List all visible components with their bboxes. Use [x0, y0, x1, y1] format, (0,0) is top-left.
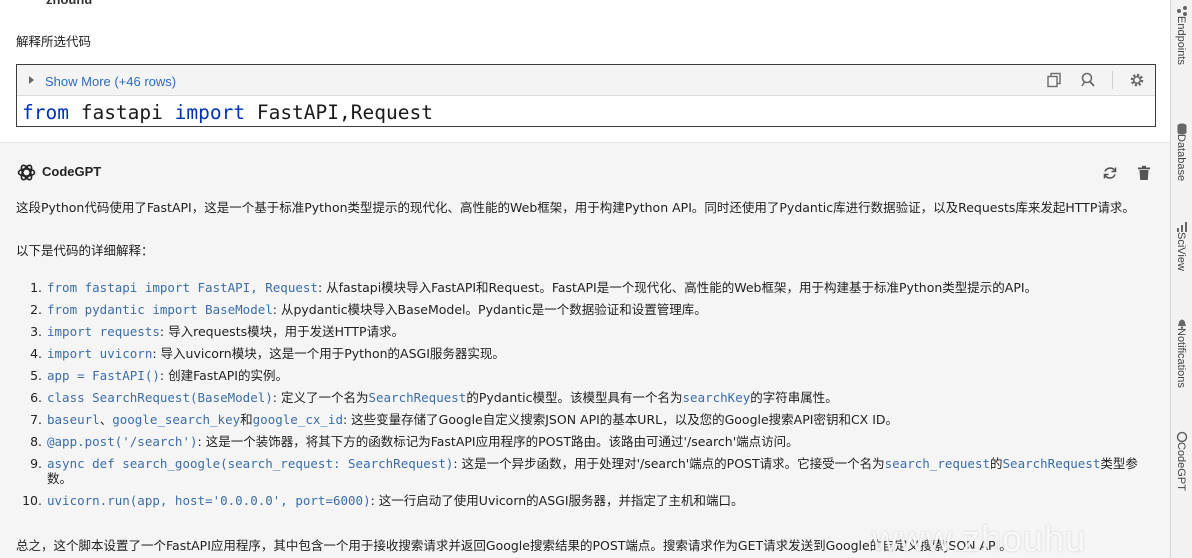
- show-more-link[interactable]: Show More (+46 rows): [45, 74, 176, 89]
- item-text: 和: [240, 412, 253, 427]
- list-number: 6.: [30, 390, 42, 405]
- strip-label: Database: [1175, 134, 1187, 182]
- gear-icon[interactable]: [1127, 70, 1147, 90]
- strip-label: Endpoints: [1175, 16, 1187, 65]
- item-text: 的字符串属性。: [750, 390, 838, 405]
- list-number: 9.: [30, 456, 42, 471]
- list-number: 3.: [30, 324, 42, 339]
- strip-item-sciview[interactable]: SciView: [1171, 216, 1192, 312]
- list-item: 5. app = FastAPI(): 创建FastAPI的实例。: [16, 368, 1156, 383]
- inline-code: searchKey: [682, 390, 751, 405]
- sciview-icon: [1176, 218, 1188, 232]
- list-item: 2. from pydantic import BaseModel: 从pydan…: [16, 302, 1156, 317]
- assistant-toolbar: [1100, 163, 1154, 183]
- item-text: 的: [990, 456, 1003, 471]
- code-toolbar: [1044, 70, 1147, 90]
- inline-code: class SearchRequest(BaseModel): [47, 390, 273, 405]
- inline-code: baseurl: [47, 412, 100, 427]
- expand-caret-icon[interactable]: [29, 76, 34, 84]
- user-name: zhouhu: [46, 0, 92, 7]
- find-usages-icon[interactable]: [1078, 70, 1098, 90]
- user-message-text: 解释所选代码: [16, 34, 92, 49]
- strip-item-codegpt[interactable]: CodeGPT: [1171, 426, 1192, 558]
- list-item: 3. import requests: 导入requests模块，用于发送HTTP…: [16, 324, 1156, 339]
- item-text: : 这是一个装饰器，将其下方的函数标记为FastAPI应用程序的POST路由。该…: [197, 434, 799, 449]
- assistant-message: CodeGPT 这段Python代码使用了FastAPI，这是一个基于标准Pyt…: [0, 142, 1170, 558]
- inline-code: search_request: [884, 456, 990, 471]
- code-keyword: from: [22, 101, 69, 124]
- list-number: 4.: [30, 346, 42, 361]
- item-text: : 创建FastAPI的实例。: [159, 368, 288, 383]
- inline-code: SearchRequest: [1002, 456, 1101, 471]
- code-keyword: import: [174, 101, 246, 124]
- item-text: 、: [99, 412, 113, 427]
- strip-item-notifications[interactable]: Notifications: [1171, 312, 1192, 426]
- inline-code: SearchRequest: [368, 390, 467, 405]
- watermark: www.zhouhu: [872, 518, 1087, 558]
- inline-code: from fastapi import FastAPI, Request: [47, 280, 318, 295]
- list-item: 1. from fastapi import FastAPI, Request: …: [16, 280, 1156, 295]
- inline-code: import requests: [47, 324, 160, 339]
- trash-icon[interactable]: [1134, 163, 1154, 183]
- selected-code-block: Show More (+46 rows) from fastapi import…: [16, 64, 1156, 127]
- explanation-list: 1. from fastapi import FastAPI, Request: …: [16, 280, 1156, 515]
- user-message: zhouhu 解释所选代码 Show More (+46 rows): [0, 0, 1170, 142]
- chat-panel: zhouhu 解释所选代码 Show More (+46 rows): [0, 0, 1170, 558]
- item-text: : 定义了一个名为: [272, 390, 369, 405]
- item-text: 的Pydantic模型。该模型具有一个名为: [466, 390, 683, 405]
- code-block-header: Show More (+46 rows): [17, 65, 1155, 96]
- list-item: 8. @app.post('/search'): 这是一个装饰器，将其下方的函数标…: [16, 434, 1156, 449]
- openai-logo-icon: [16, 162, 37, 183]
- codegpt-icon: [1176, 428, 1188, 443]
- list-number: 7.: [30, 412, 42, 427]
- bell-icon: [1176, 314, 1188, 329]
- item-text: : 导入uvicorn模块，这是一个用于Python的ASGI服务器实现。: [152, 346, 505, 361]
- list-item: 6. class SearchRequest(BaseModel): 定义了一个名…: [16, 390, 1156, 405]
- code-names: FastAPI,Request: [245, 101, 433, 124]
- tool-window-strip: Endpoints Database SciView Notifications…: [1170, 0, 1192, 558]
- inline-code: from pydantic import BaseModel: [47, 302, 273, 317]
- strip-item-database[interactable]: Database: [1171, 118, 1192, 216]
- list-item: 7. baseurl、google_search_key和google_cx_id…: [16, 412, 1156, 427]
- item-text: : 从pydantic模块导入BaseModel。Pydantic是一个数据验证…: [272, 302, 707, 317]
- summary-paragraph: 总之，这个脚本设置了一个FastAPI应用程序，其中包含一个用于接收搜索请求并返…: [16, 538, 1012, 553]
- item-text: : 这一行启动了使用Uvicorn的ASGI服务器，并指定了主机和端口。: [370, 493, 744, 508]
- list-number: 1.: [30, 280, 42, 295]
- strip-label: Notifications: [1175, 328, 1187, 388]
- item-text: : 这是一个异步函数，用于处理对'/search'端点的POST请求。它接受一个…: [453, 456, 885, 471]
- list-number: 5.: [30, 368, 42, 383]
- inline-code: async def search_google(search_request: …: [47, 456, 454, 471]
- strip-label: CodeGPT: [1175, 442, 1187, 491]
- list-number: 8.: [30, 434, 42, 449]
- database-icon: [1176, 120, 1188, 135]
- inline-code: uvicorn.run(app, host='0.0.0.0', port=60…: [47, 493, 371, 508]
- inline-code: app = FastAPI(): [47, 368, 160, 383]
- copy-icon[interactable]: [1044, 70, 1064, 90]
- toolbar-divider: [1112, 71, 1113, 89]
- list-number: 2.: [30, 302, 42, 317]
- inline-code: google_search_key: [112, 412, 241, 427]
- list-item: 4. import uvicorn: 导入uvicorn模块，这是一个用于Pyth…: [16, 346, 1156, 361]
- list-item: 9. async def search_google(search_request…: [16, 456, 1156, 486]
- list-item: 10. uvicorn.run(app, host='0.0.0.0', port…: [16, 493, 1156, 508]
- item-text: : 导入requests模块，用于发送HTTP请求。: [159, 324, 405, 339]
- code-line: from fastapi import FastAPI,Request: [22, 101, 433, 124]
- list-number: 10.: [22, 493, 42, 508]
- regenerate-icon[interactable]: [1100, 163, 1120, 183]
- item-text: : 从fastapi模块导入FastAPI和Request。FastAPI是一个…: [317, 280, 1038, 295]
- strip-item-endpoints[interactable]: Endpoints: [1171, 0, 1192, 118]
- detail-heading: 以下是代码的详细解释：: [16, 243, 154, 258]
- code-module: fastapi: [68, 101, 175, 124]
- assistant-name: CodeGPT: [42, 164, 102, 179]
- endpoints-icon: [1176, 2, 1188, 16]
- inline-code: google_cx_id: [252, 412, 343, 427]
- inline-code: import uvicorn: [47, 346, 153, 361]
- item-text: : 这些变量存储了Google自定义搜索JSON API的基本URL，以及您的G…: [342, 412, 899, 427]
- intro-paragraph: 这段Python代码使用了FastAPI，这是一个基于标准Python类型提示的…: [16, 200, 1135, 215]
- inline-code: @app.post('/search'): [47, 434, 198, 449]
- strip-label: SciView: [1175, 232, 1187, 271]
